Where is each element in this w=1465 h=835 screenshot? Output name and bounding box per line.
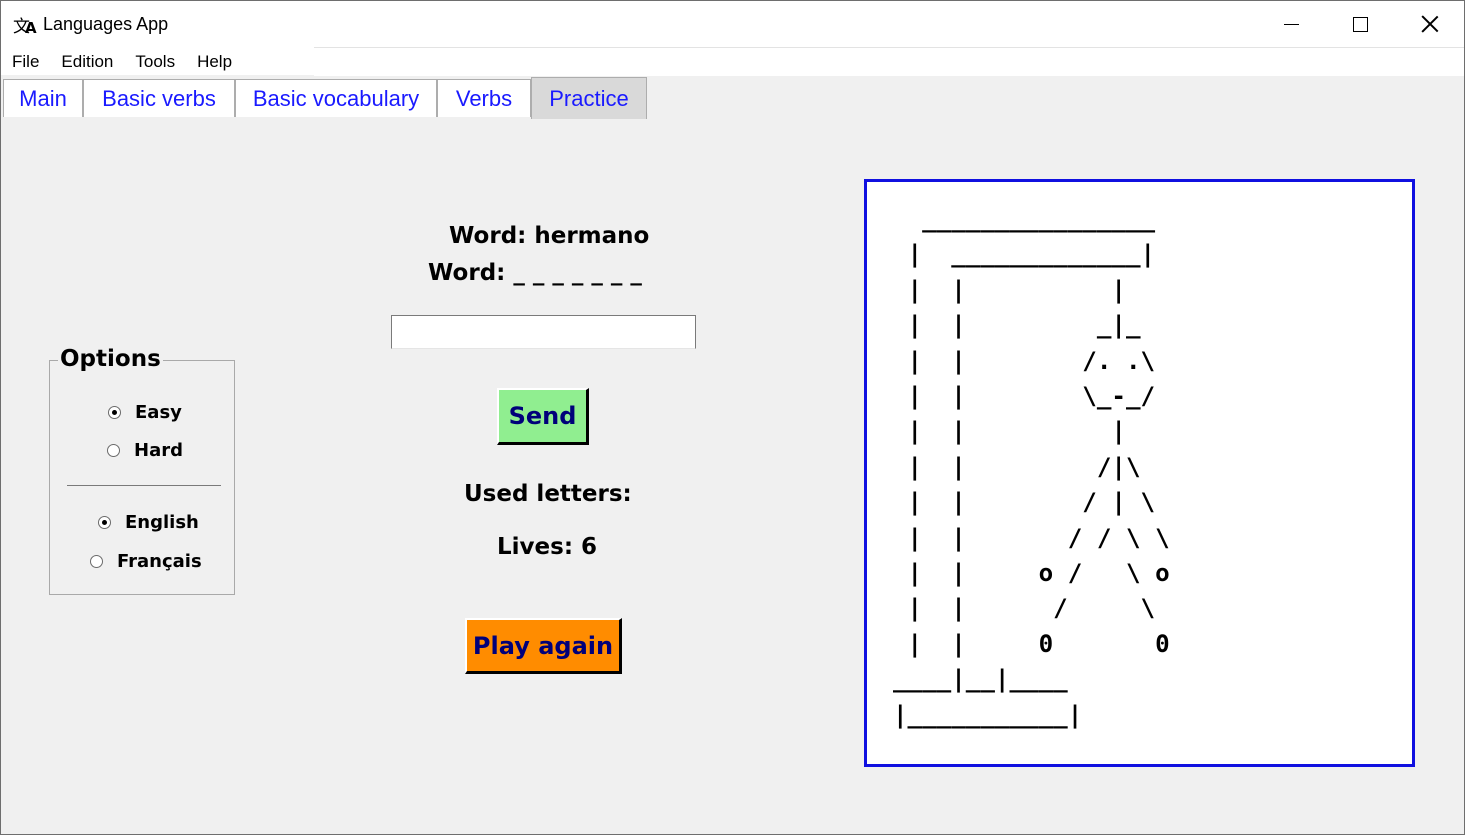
menu-tools[interactable]: Tools (124, 47, 186, 75)
guess-input[interactable] (391, 315, 696, 349)
radio-indicator[interactable] (98, 516, 111, 529)
used-letters-label: Used letters: (464, 481, 632, 507)
word-label: Word: hermano (449, 223, 650, 249)
lives-label: Lives: 6 (497, 534, 598, 560)
minimize-button[interactable] (1256, 1, 1326, 47)
tab-basic-verbs[interactable]: Basic verbs (83, 79, 235, 117)
tab-practice[interactable]: Practice (531, 77, 647, 119)
radio-indicator[interactable] (108, 406, 121, 419)
radio-francais[interactable]: Français (90, 551, 202, 572)
send-button[interactable]: Send (497, 388, 589, 445)
radio-easy[interactable]: Easy (108, 402, 182, 423)
radio-english-label: English (125, 512, 199, 533)
menu-file[interactable]: File (1, 47, 50, 75)
maximize-button[interactable] (1325, 1, 1395, 47)
options-title: Options (58, 346, 163, 372)
radio-indicator[interactable] (107, 444, 120, 457)
close-icon (1421, 15, 1439, 33)
hangman-canvas: ________________ | _____________| | | | … (864, 179, 1415, 767)
close-button[interactable] (1395, 1, 1465, 47)
menu-help[interactable]: Help (186, 47, 243, 75)
radio-francais-label: Français (117, 551, 202, 572)
app-window: 文A Languages App File Edition Tools Help… (0, 0, 1465, 835)
radio-hard-label: Hard (134, 440, 183, 461)
menu-bar: File Edition Tools Help (1, 47, 314, 75)
tab-main[interactable]: Main (3, 79, 83, 117)
radio-easy-label: Easy (135, 402, 182, 423)
minimize-icon (1283, 23, 1299, 25)
menu-edition[interactable]: Edition (50, 47, 124, 75)
hangman-drawing: ________________ | _____________| | | | … (893, 205, 1170, 729)
window-title: Languages App (43, 14, 169, 34)
translate-icon: 文A (13, 17, 37, 37)
tab-verbs[interactable]: Verbs (437, 79, 531, 117)
options-divider (67, 485, 221, 486)
title-bar[interactable]: 文A Languages App (1, 1, 1464, 47)
menu-bar-filler (314, 47, 1464, 76)
maximize-icon (1352, 16, 1368, 32)
radio-indicator[interactable] (90, 555, 103, 568)
masked-word-label: Word: _ _ _ _ _ _ _ (428, 260, 642, 286)
play-again-button[interactable]: Play again (465, 618, 622, 674)
radio-english[interactable]: English (98, 512, 199, 533)
radio-hard[interactable]: Hard (107, 440, 183, 461)
tab-basic-vocabulary[interactable]: Basic vocabulary (235, 79, 437, 117)
